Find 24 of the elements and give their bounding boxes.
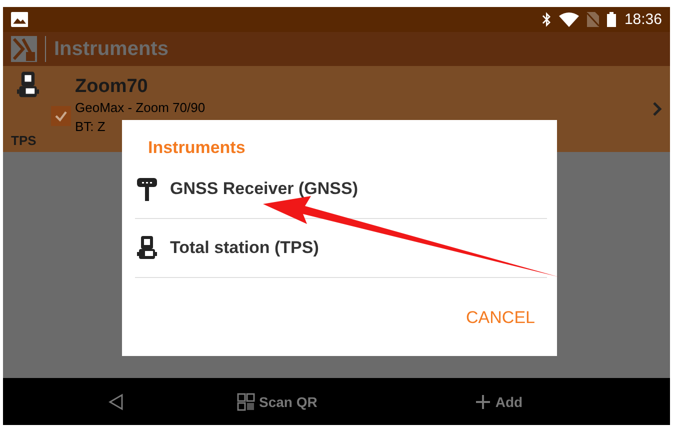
total-station-icon bbox=[17, 70, 39, 100]
bluetooth-icon bbox=[542, 12, 552, 27]
qr-code-icon bbox=[237, 392, 255, 410]
chevron-right-icon bbox=[652, 101, 662, 117]
status-time: 18:36 bbox=[624, 11, 662, 28]
battery-icon bbox=[607, 12, 616, 27]
instrument-model: GeoMax - Zoom 70/90 bbox=[75, 99, 206, 117]
add-button[interactable]: Add bbox=[475, 394, 523, 410]
toolbar-title: Instruments bbox=[54, 38, 168, 60]
instrument-type: TPS bbox=[11, 133, 38, 148]
no-sim-icon bbox=[587, 12, 600, 27]
instrument-connection: BT: Z bbox=[75, 118, 106, 136]
wifi-icon bbox=[559, 12, 580, 27]
instrument-name: Zoom70 bbox=[75, 76, 149, 98]
app-logo-icon bbox=[11, 36, 37, 62]
checkbox[interactable] bbox=[51, 106, 71, 126]
image-icon bbox=[11, 12, 28, 27]
checkmark-icon bbox=[54, 109, 68, 123]
back-icon[interactable] bbox=[108, 392, 124, 410]
plus-icon bbox=[475, 394, 492, 410]
total-station-icon bbox=[137, 235, 157, 261]
scan-qr-button[interactable]: Scan QR bbox=[237, 392, 318, 410]
gnss-receiver-icon bbox=[137, 176, 157, 202]
cancel-button[interactable]: CANCEL bbox=[466, 308, 535, 328]
